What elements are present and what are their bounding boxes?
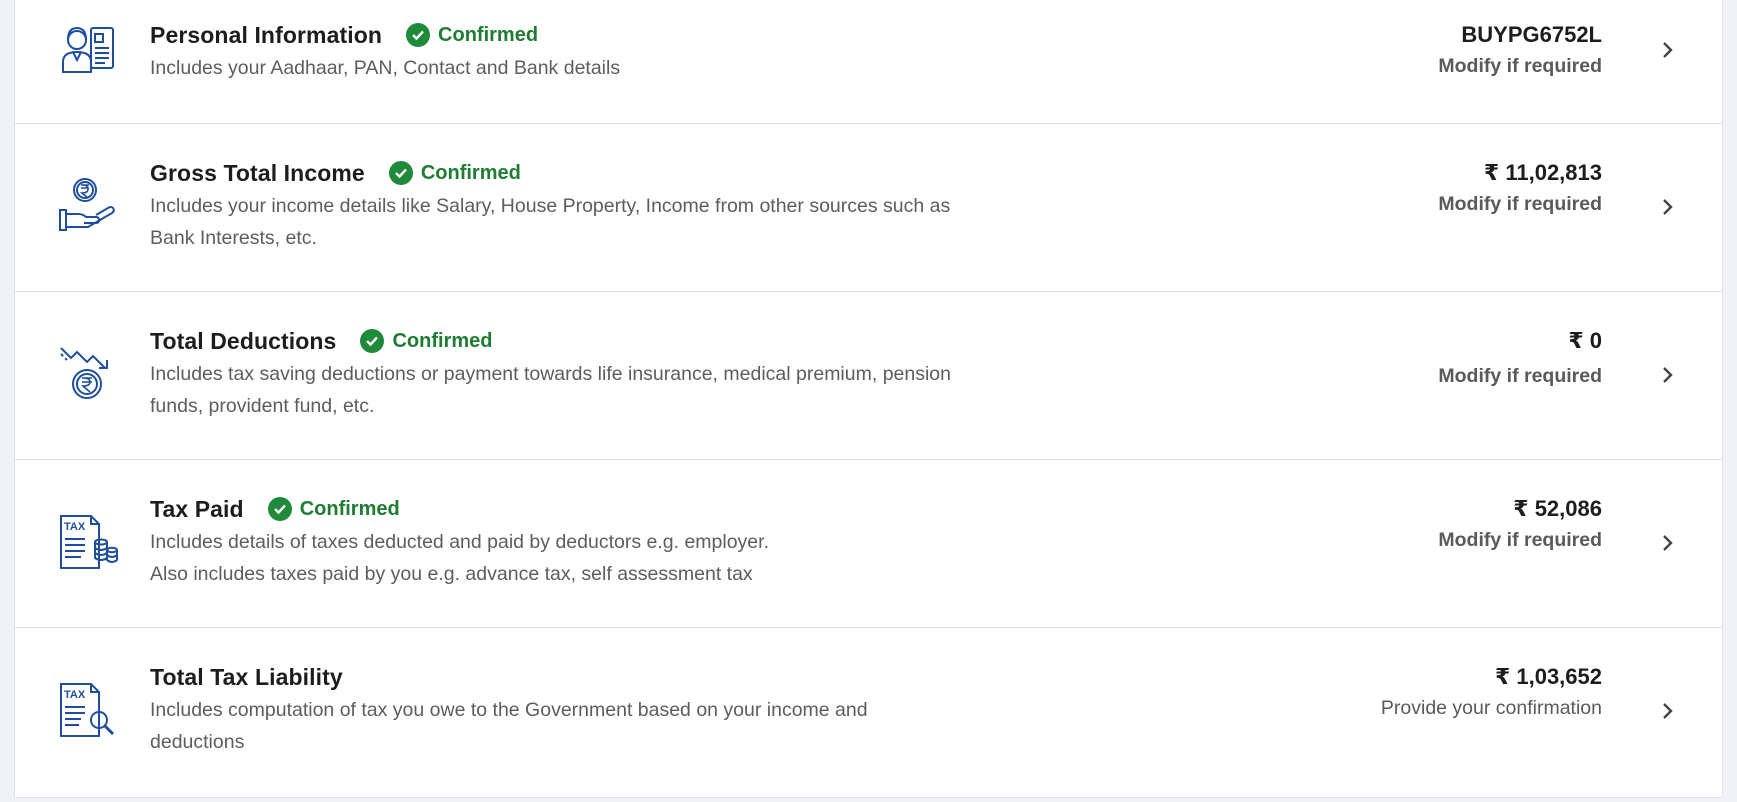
tax-paid-icon: TAX bbox=[57, 512, 119, 574]
check-circle-icon bbox=[388, 161, 413, 185]
row-description: Includes your income details like Salary… bbox=[150, 195, 951, 249]
row-description: Includes computation of tax you owe to t… bbox=[150, 699, 868, 753]
chevron-right-icon[interactable] bbox=[1658, 40, 1678, 60]
row-gross-total-income[interactable]: Gross Total Income Confirmed Includes yo… bbox=[15, 124, 1722, 292]
tax-paid-value: ₹ 52,086 bbox=[1513, 496, 1602, 521]
chevron-right-icon[interactable] bbox=[1658, 365, 1678, 385]
modify-link[interactable]: Modify if required bbox=[1438, 190, 1602, 218]
tax-liability-icon: TAX bbox=[57, 680, 119, 742]
deductions-value: ₹ 0 bbox=[1568, 328, 1602, 353]
row-title: Gross Total Income bbox=[150, 159, 365, 186]
row-total-tax-liability[interactable]: TAX Total Tax Liability Includes computa… bbox=[15, 628, 1722, 797]
confirmed-label: Confirmed bbox=[392, 329, 493, 352]
income-value: ₹ 11,02,813 bbox=[1483, 160, 1602, 185]
modify-link[interactable]: Modify if required bbox=[1438, 362, 1602, 390]
personal-info-icon bbox=[57, 20, 119, 82]
modify-link[interactable]: Modify if required bbox=[1438, 52, 1602, 80]
chevron-right-icon[interactable] bbox=[1658, 701, 1678, 721]
confirmed-label: Confirmed bbox=[420, 161, 521, 184]
row-description: Includes tax saving deductions or paymen… bbox=[150, 363, 951, 417]
row-title: Tax Paid bbox=[150, 495, 244, 522]
deductions-icon bbox=[57, 340, 119, 402]
row-description: Includes your Aadhaar, PAN, Contact and … bbox=[150, 57, 621, 79]
provide-confirmation-link[interactable]: Provide your confirmation bbox=[1381, 694, 1602, 722]
income-hand-icon bbox=[57, 176, 119, 238]
chevron-right-icon[interactable] bbox=[1658, 533, 1678, 553]
confirmed-badge: Confirmed bbox=[360, 329, 492, 353]
row-tax-paid[interactable]: TAX Tax Paid Confirmed Includes details … bbox=[15, 460, 1722, 628]
confirmed-label: Confirmed bbox=[438, 23, 539, 46]
summary-card: Personal Information Confirmed Includes … bbox=[14, 0, 1723, 798]
row-total-deductions[interactable]: Total Deductions Confirmed Includes tax … bbox=[15, 292, 1722, 460]
svg-text:TAX: TAX bbox=[64, 521, 86, 533]
check-circle-icon bbox=[406, 23, 431, 47]
modify-link[interactable]: Modify if required bbox=[1438, 526, 1602, 554]
pan-value: BUYPG6752L bbox=[1461, 22, 1602, 47]
row-title: Total Deductions bbox=[150, 327, 337, 354]
chevron-right-icon[interactable] bbox=[1658, 197, 1678, 217]
svg-text:TAX: TAX bbox=[64, 689, 86, 701]
row-title: Total Tax Liability bbox=[150, 663, 343, 690]
confirmed-badge: Confirmed bbox=[267, 497, 400, 521]
tax-liability-value: ₹ 1,03,652 bbox=[1494, 664, 1602, 689]
row-description: Includes details of taxes deducted and p… bbox=[150, 531, 769, 585]
row-personal-information[interactable]: Personal Information Confirmed Includes … bbox=[15, 0, 1722, 124]
check-circle-icon bbox=[360, 329, 385, 353]
row-title: Personal Information bbox=[150, 21, 383, 48]
check-circle-icon bbox=[267, 497, 292, 521]
confirmed-label: Confirmed bbox=[299, 497, 400, 520]
confirmed-badge: Confirmed bbox=[388, 161, 521, 185]
confirmed-badge: Confirmed bbox=[406, 23, 538, 47]
